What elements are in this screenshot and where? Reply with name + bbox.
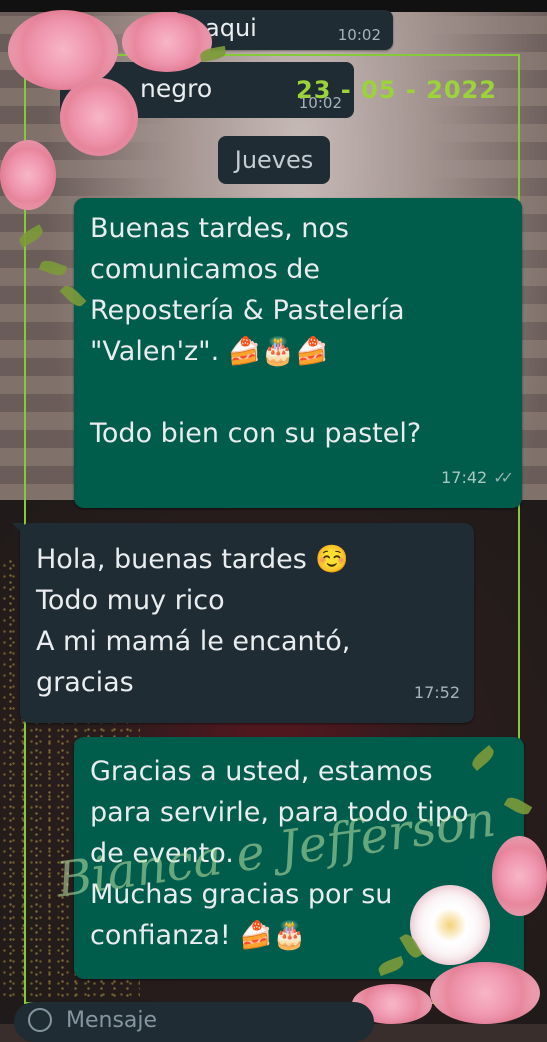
message-time: 17:42 [441,468,488,487]
message-time: 17:52 [413,683,460,702]
message-line: Hola, buenas tardes ☺️ [36,544,349,575]
message-line: gracias [36,667,134,698]
message-line: Repostería & Pastelería [90,295,405,326]
outgoing-message[interactable]: Buenas tardes, nos comunicamos de Repost… [74,198,522,508]
message-line: Gracias a usted, estamos [90,756,433,787]
message-line: Todo muy rico [36,585,225,616]
message-line: A mi mamá le encantó, [36,626,351,657]
message-line: "Valen'z". 🍰🎂🍰 [90,336,329,367]
rose-decoration [122,12,212,72]
rose-decoration [60,78,138,156]
message-line [90,372,508,413]
input-placeholder: Mensaje [66,1008,158,1033]
rose-decoration [492,836,547,916]
incoming-message[interactable]: Hola, buenas tardes ☺️ Todo muy rico A m… [20,523,474,723]
emoji-icon[interactable] [28,1008,52,1032]
message-line: Buenas tardes, nos [90,213,349,244]
message-time: 10:02 [337,26,381,44]
message-meta: 17:52 [414,672,460,713]
message-line: comunicamos de [90,254,321,285]
message-meta: 17:42 ✓✓ [441,457,514,498]
message-text: aqui [205,14,257,42]
rose-decoration [0,140,56,210]
rose-decoration [430,962,540,1024]
message-input[interactable]: Mensaje [14,1002,374,1042]
message-line: Todo bien con su pastel? [90,418,422,449]
double-check-icon: ✓✓ [493,468,514,487]
